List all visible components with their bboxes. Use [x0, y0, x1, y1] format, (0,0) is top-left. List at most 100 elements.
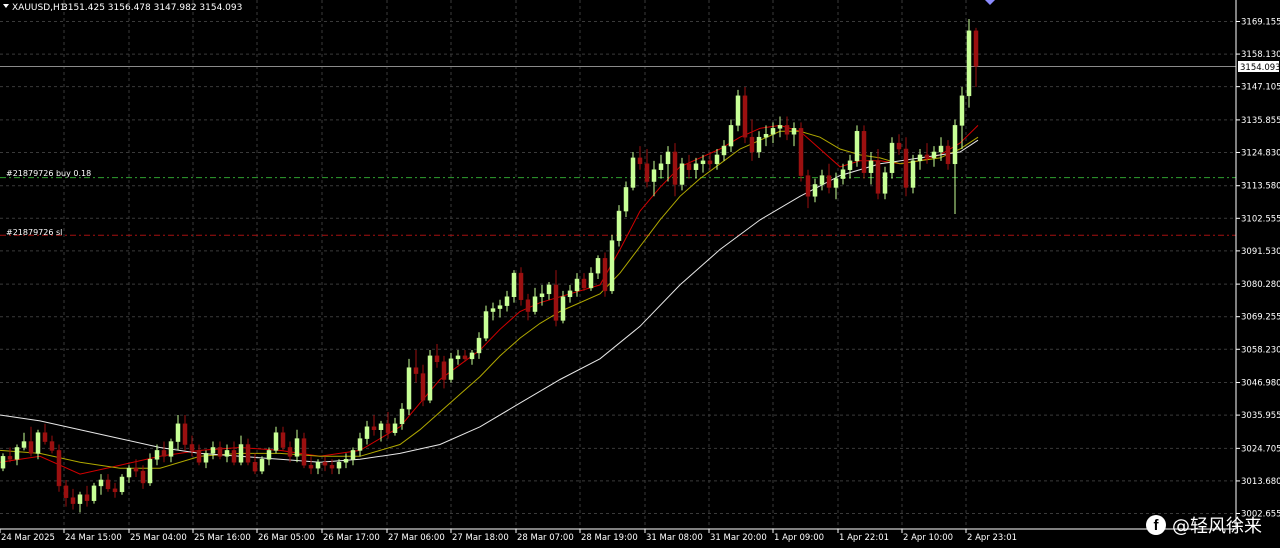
- candle-body: [357, 438, 363, 451]
- candle-body: [161, 450, 167, 457]
- candle: [693, 157, 699, 179]
- candle: [301, 432, 307, 469]
- candle-body: [574, 278, 580, 292]
- candle-body: [714, 154, 720, 165]
- candle: [182, 414, 188, 451]
- x-tick-label: 2 Apr 10:00: [903, 533, 953, 543]
- candle-body: [777, 125, 783, 129]
- candle-body: [728, 125, 734, 147]
- candle: [805, 169, 811, 209]
- candle: [427, 349, 433, 404]
- candles: [0, 19, 979, 513]
- y-tick-label: 3091.530: [1241, 247, 1280, 257]
- candle: [112, 482, 118, 498]
- candle: [630, 151, 636, 191]
- ma-line: [0, 139, 979, 463]
- x-tick-label: 28 Mar 19:00: [581, 533, 638, 543]
- candle-body: [826, 175, 832, 188]
- current-price-tag: 3154.093: [1238, 61, 1280, 73]
- candle-body: [644, 163, 650, 182]
- candle: [581, 273, 587, 291]
- candle-body: [7, 456, 13, 460]
- candle-body: [224, 450, 230, 457]
- candle-body: [910, 160, 916, 188]
- x-tick-label: 27 Mar 18:00: [452, 533, 509, 543]
- candle: [238, 435, 244, 466]
- candle: [175, 414, 181, 451]
- candle-body: [441, 361, 447, 380]
- facebook-icon: f: [1146, 515, 1166, 535]
- candle: [84, 485, 90, 507]
- candle: [245, 438, 251, 466]
- x-tick-label: 26 Mar 05:00: [258, 533, 315, 543]
- candle-body: [763, 133, 769, 138]
- candle: [756, 131, 762, 158]
- candle-body: [84, 494, 90, 501]
- candle-body: [798, 128, 804, 176]
- candle: [91, 482, 97, 504]
- candle-body: [539, 293, 545, 298]
- candle-body: [784, 125, 790, 135]
- candle-body: [630, 157, 636, 188]
- y-tick-label: 3147.105: [1241, 83, 1280, 93]
- candle-body: [476, 337, 482, 354]
- candle: [497, 299, 503, 318]
- x-tick-label: 25 Mar 16:00: [194, 533, 251, 543]
- candle-body: [273, 432, 279, 451]
- shift-marker-icon[interactable]: [985, 0, 995, 5]
- candle: [770, 122, 776, 144]
- candle: [728, 119, 734, 152]
- candle-body: [770, 128, 776, 135]
- candle-body: [371, 426, 377, 430]
- candle: [448, 352, 454, 383]
- candle: [161, 441, 167, 463]
- candle-body: [434, 355, 440, 363]
- candle-body: [35, 432, 41, 454]
- candle-body: [140, 470, 146, 484]
- candle-body: [77, 494, 83, 504]
- candle-body: [945, 145, 951, 165]
- candle: [819, 169, 825, 191]
- candle: [903, 137, 909, 197]
- candle: [469, 349, 475, 365]
- candle: [973, 27, 979, 87]
- y-tick-label: 3035.955: [1241, 411, 1280, 421]
- candle-body: [651, 169, 657, 182]
- candle: [203, 450, 209, 469]
- candle-body: [350, 450, 356, 460]
- candle: [763, 125, 769, 147]
- dropdown-triangle-icon[interactable]: [3, 4, 9, 8]
- candle: [574, 273, 580, 297]
- candle: [532, 287, 538, 315]
- candle-body: [112, 488, 118, 493]
- candle: [420, 364, 426, 407]
- candle-body: [42, 432, 48, 442]
- candle-body: [567, 290, 573, 298]
- candle-body: [21, 441, 27, 448]
- candle-body: [231, 450, 237, 463]
- candle-body: [588, 272, 594, 289]
- x-tick-label: 2 Apr 23:01: [967, 533, 1017, 543]
- sl-order-label[interactable]: #21879726 sl: [6, 228, 62, 237]
- buy-order-label[interactable]: #21879726 buy 0.18: [6, 169, 91, 178]
- candle-body: [623, 187, 629, 212]
- candle: [273, 426, 279, 454]
- candle-body: [497, 305, 503, 309]
- candle: [252, 453, 258, 475]
- candle-body: [511, 272, 517, 298]
- candle: [308, 456, 314, 475]
- candle: [588, 267, 594, 291]
- candle: [21, 432, 27, 451]
- candle: [343, 453, 349, 469]
- candle: [840, 163, 846, 185]
- y-tick-label: 3013.680: [1241, 477, 1280, 487]
- candle: [336, 459, 342, 475]
- candle-body: [658, 163, 664, 170]
- candle-body: [483, 311, 489, 339]
- ohlc-readout: 3151.425 3156.478 3147.982 3154.093: [62, 3, 242, 13]
- watermark-text: @轻风徐来: [1172, 516, 1262, 537]
- candle: [826, 163, 832, 194]
- candle: [434, 344, 440, 368]
- candle-body: [819, 175, 825, 185]
- candle: [644, 149, 650, 188]
